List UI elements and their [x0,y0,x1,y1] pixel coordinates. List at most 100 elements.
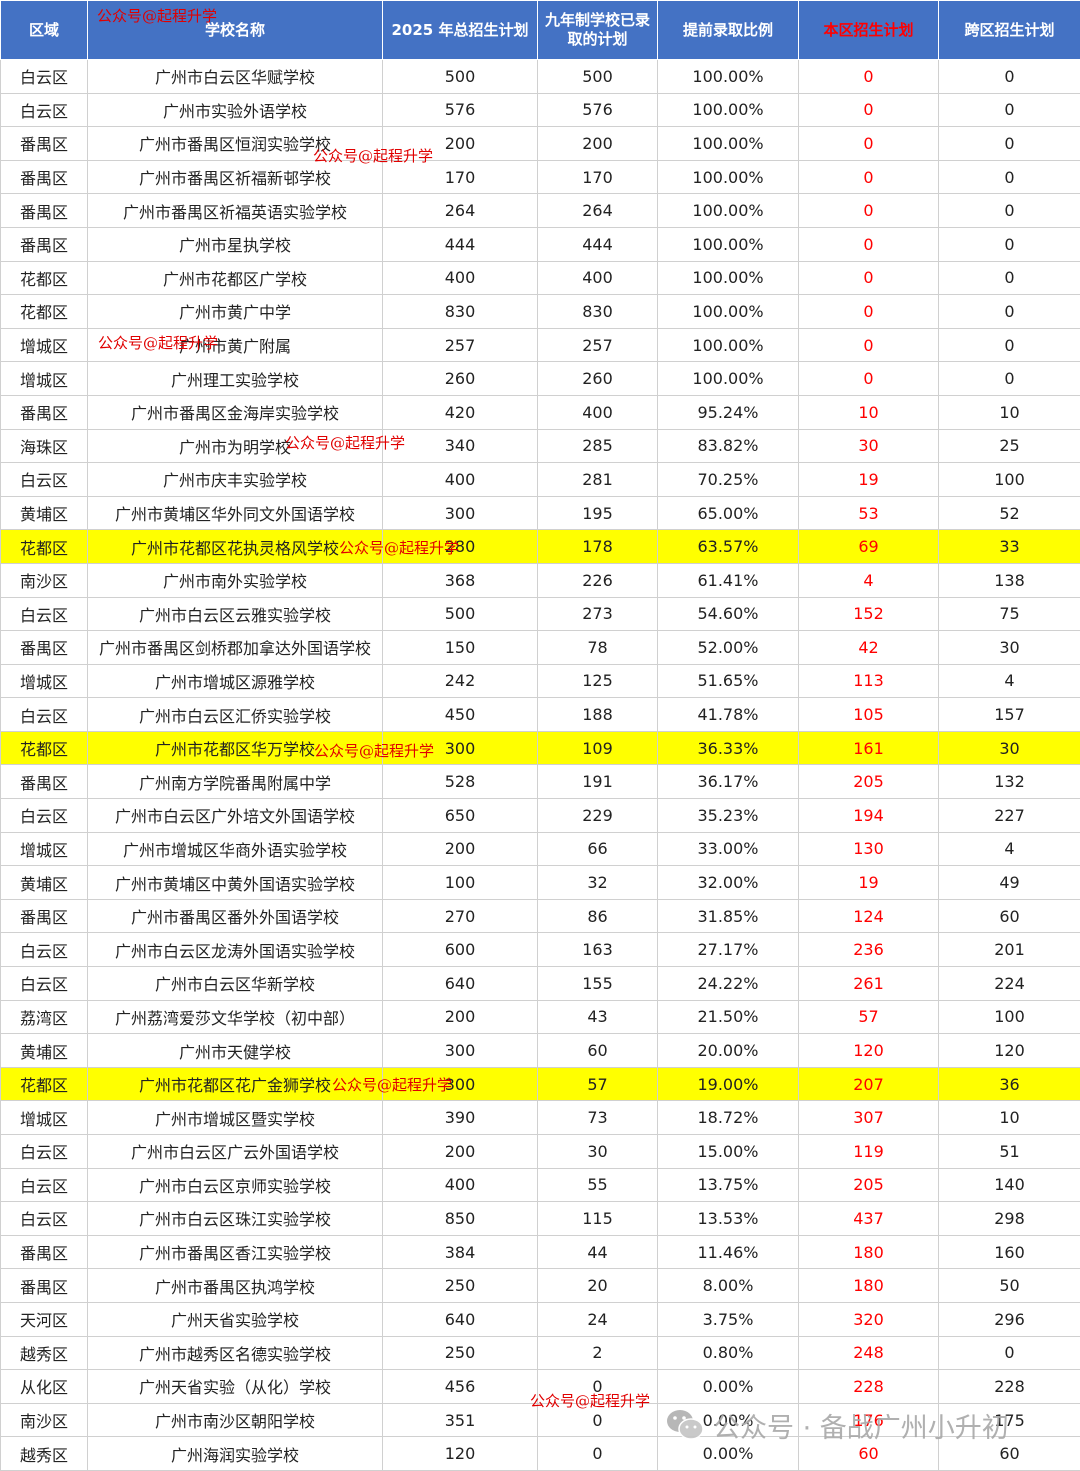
cell-admitted-plan: 257 [538,328,658,362]
cell-local-plan: 53 [799,496,939,530]
cell-school-name: 广州市番禺区执鸿学校 [88,1269,383,1303]
cell-total-plan: 257 [383,328,538,362]
cell-admitted-plan: 55 [538,1168,658,1202]
cell-local-plan: 161 [799,731,939,765]
table-row: 增城区广州市增城区源雅学校24212551.65%1134 [1,664,1080,698]
cell-local-plan: 4 [799,563,939,597]
cell-district: 白云区 [1,1135,88,1169]
cell-total-plan: 170 [383,160,538,194]
table-row: 白云区广州市白云区京师实验学校4005513.75%205140 [1,1168,1080,1202]
cell-admitted-plan: 229 [538,799,658,833]
table-row: 白云区广州市白云区广外培文外国语学校65022935.23%194227 [1,799,1080,833]
cell-school-name: 广州理工实验学校 [88,362,383,396]
cell-cross-district-plan: 25 [939,429,1080,463]
cell-school-name: 广州市番禺区香江实验学校 [88,1235,383,1269]
cell-local-plan: 105 [799,698,939,732]
cell-early-ratio: 54.60% [658,597,799,631]
cell-local-plan: 205 [799,765,939,799]
cell-cross-district-plan: 60 [939,899,1080,933]
cell-cross-district-plan: 10 [939,395,1080,429]
cell-school-name: 广州市黄埔区中黄外国语实验学校 [88,866,383,900]
cell-early-ratio: 95.24% [658,395,799,429]
cell-admitted-plan: 400 [538,395,658,429]
cell-school-name: 广州市番禺区祈福英语实验学校 [88,194,383,228]
cell-school-name: 广州市为明学校 [88,429,383,463]
cell-local-plan: 228 [799,1370,939,1404]
cell-cross-district-plan: 0 [939,60,1080,94]
table-row: 南沙区广州市南沙区朝阳学校35100.00%176175 [1,1403,1080,1437]
cell-district: 白云区 [1,60,88,94]
cell-cross-district-plan: 227 [939,799,1080,833]
cell-local-plan: 0 [799,227,939,261]
table-row: 白云区广州市白云区汇侨实验学校45018841.78%105157 [1,698,1080,732]
cell-cross-district-plan: 0 [939,1336,1080,1370]
cell-cross-district-plan: 224 [939,967,1080,1001]
cell-early-ratio: 100.00% [658,194,799,228]
cell-total-plan: 420 [383,395,538,429]
table-row: 番禺区广州市番禺区恒润实验学校200200100.00%00 [1,127,1080,161]
cell-admitted-plan: 260 [538,362,658,396]
cell-local-plan: 236 [799,933,939,967]
table-row: 花都区广州市花都区广学校400400100.00%00 [1,261,1080,295]
cell-early-ratio: 100.00% [658,328,799,362]
cell-school-name: 广州市黄广附属 [88,328,383,362]
cell-cross-district-plan: 138 [939,563,1080,597]
header-cross-district-plan: 跨区招生计划 [939,1,1080,60]
cell-total-plan: 351 [383,1403,538,1437]
admissions-table: 区域 学校名称 2025 年总招生计划 九年制学校已录取的计划 提前录取比例 本… [0,0,1080,1471]
cell-school-name: 广州市番禺区金海岸实验学校 [88,395,383,429]
cell-early-ratio: 3.75% [658,1302,799,1336]
cell-local-plan: 261 [799,967,939,1001]
cell-cross-district-plan: 100 [939,1000,1080,1034]
cell-school-name: 广州南方学院番禺附属中学 [88,765,383,799]
cell-admitted-plan: 195 [538,496,658,530]
cell-early-ratio: 52.00% [658,631,799,665]
header-local-plan: 本区招生计划 [799,1,939,60]
cell-cross-district-plan: 140 [939,1168,1080,1202]
cell-admitted-plan: 86 [538,899,658,933]
cell-local-plan: 130 [799,832,939,866]
cell-cross-district-plan: 0 [939,328,1080,362]
table-row: 增城区广州市增城区华商外语实验学校2006633.00%1304 [1,832,1080,866]
table-row: 黄埔区广州市黄埔区中黄外国语实验学校1003232.00%1949 [1,866,1080,900]
cell-district: 白云区 [1,1202,88,1236]
cell-cross-district-plan: 10 [939,1101,1080,1135]
cell-local-plan: 57 [799,1000,939,1034]
cell-total-plan: 368 [383,563,538,597]
cell-early-ratio: 0.00% [658,1403,799,1437]
cell-total-plan: 400 [383,261,538,295]
table-row: 白云区广州市白云区华赋学校500500100.00%00 [1,60,1080,94]
cell-admitted-plan: 0 [538,1403,658,1437]
cell-district: 番禺区 [1,899,88,933]
cell-cross-district-plan: 100 [939,463,1080,497]
cell-total-plan: 200 [383,1000,538,1034]
cell-school-name: 广州天省实验学校 [88,1302,383,1336]
cell-district: 花都区 [1,731,88,765]
table-row: 番禺区广州市番禺区祈福新邨学校170170100.00%00 [1,160,1080,194]
cell-local-plan: 10 [799,395,939,429]
cell-local-plan: 120 [799,1034,939,1068]
cell-admitted-plan: 24 [538,1302,658,1336]
cell-early-ratio: 33.00% [658,832,799,866]
cell-admitted-plan: 155 [538,967,658,1001]
cell-total-plan: 444 [383,227,538,261]
cell-district: 花都区 [1,1067,88,1101]
cell-school-name: 广州市白云区珠江实验学校 [88,1202,383,1236]
table-row: 花都区广州市花都区花广金狮学校3005719.00%20736 [1,1067,1080,1101]
cell-local-plan: 42 [799,631,939,665]
cell-cross-district-plan: 30 [939,631,1080,665]
table-row: 番禺区广州市番禺区执鸿学校250208.00%18050 [1,1269,1080,1303]
table-row: 花都区广州市花都区华万学校30010936.33%16130 [1,731,1080,765]
cell-total-plan: 850 [383,1202,538,1236]
cell-total-plan: 528 [383,765,538,799]
cell-cross-district-plan: 75 [939,597,1080,631]
cell-cross-district-plan: 49 [939,866,1080,900]
cell-school-name: 广州市花都区广学校 [88,261,383,295]
table-row: 番禺区广州南方学院番禺附属中学52819136.17%205132 [1,765,1080,799]
cell-total-plan: 300 [383,496,538,530]
cell-district: 白云区 [1,597,88,631]
cell-school-name: 广州市花都区花广金狮学校 [88,1067,383,1101]
cell-total-plan: 830 [383,295,538,329]
cell-total-plan: 300 [383,1034,538,1068]
cell-admitted-plan: 200 [538,127,658,161]
